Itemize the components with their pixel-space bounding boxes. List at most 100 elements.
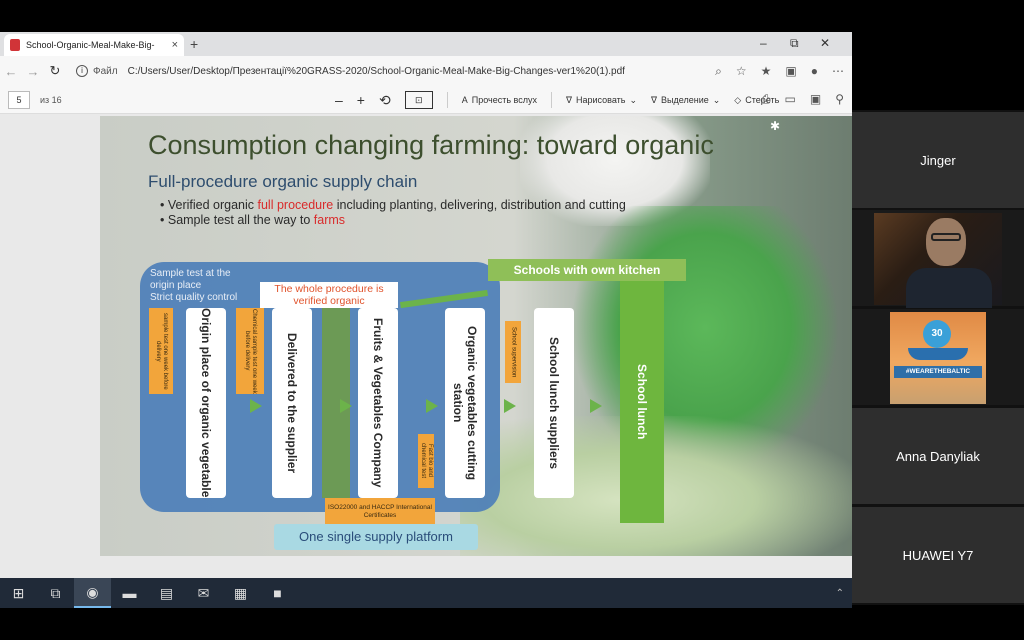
favorite-star-icon[interactable]: ☆ — [736, 64, 747, 79]
screen: School-Organic-Meal-Make-Big- × + – ⧉ ✕ … — [0, 0, 1024, 640]
participant-video-tile[interactable] — [852, 210, 1024, 308]
windows-start-icon[interactable]: ⊞ — [0, 578, 37, 608]
bullet-text: Verified organic — [167, 198, 258, 212]
task-view-icon[interactable]: ⧉ — [37, 578, 74, 608]
divider — [550, 92, 552, 108]
chevron-up-icon[interactable]: ⌃ — [836, 588, 844, 599]
read-aloud-label: Прочесть вслух — [471, 95, 537, 105]
close-window-button[interactable]: ✕ — [820, 36, 830, 50]
chevron-down-icon[interactable]: ⌄ — [713, 95, 721, 106]
address-label: Файл — [93, 65, 118, 77]
bullet-highlight: farms — [313, 213, 346, 227]
flow-step-company: Fruits & Vegetables Company — [358, 308, 398, 498]
save-as-icon[interactable]: ▣ — [810, 92, 821, 107]
flow-arrow — [590, 399, 602, 413]
participant-name: Jinger — [920, 152, 956, 168]
more-menu-icon[interactable]: ⋯ — [832, 64, 844, 79]
pdf-icon — [10, 39, 20, 51]
flow-step-label: Origin place of organic vegetable — [199, 308, 213, 498]
participant-tile[interactable]: HUAWEI Y7 — [852, 507, 1024, 603]
address-actions: ⌕ ☆ ★ ▣ ● ⋯ — [715, 64, 844, 79]
person-head — [926, 218, 966, 266]
glasses — [931, 233, 961, 241]
baltic-tag: #WEARETHEBALTIC — [894, 366, 982, 378]
back-icon[interactable]: ← — [0, 64, 22, 79]
school-lunch-column: School lunch — [620, 281, 664, 523]
highlight-button[interactable]: ∇ Выделение ⌄ — [651, 95, 720, 106]
pdf-actions: ⎙ ▭ ▣ ⚲ — [761, 92, 844, 107]
browser-window: School-Organic-Meal-Make-Big- × + – ⧉ ✕ … — [0, 32, 852, 608]
tab-bar: School-Organic-Meal-Make-Big- × + – ⧉ ✕ — [0, 32, 852, 56]
app-icon[interactable]: ■ — [259, 578, 296, 608]
info-icon[interactable]: i — [76, 65, 88, 77]
participant-tile[interactable]: Jinger — [852, 112, 1024, 208]
pdf-viewer[interactable]: ✱ Consumption changing farming: toward o… — [0, 114, 852, 608]
pdf-tools: – + ⟲ ⊡ A Прочесть вслух ∇ Нарисовать ⌄ ∇ Вы… — [335, 91, 779, 109]
page-count: из 16 — [40, 94, 62, 105]
minimize-button[interactable]: – — [760, 36, 767, 50]
zoom-icon[interactable]: ⌕ — [715, 64, 722, 79]
person-body — [906, 268, 992, 308]
file-explorer-icon[interactable]: ▬ — [111, 578, 148, 608]
zoom-in-button[interactable]: + — [357, 92, 365, 108]
chevron-down-icon[interactable]: ⌄ — [629, 95, 637, 106]
flow-arrow — [504, 399, 516, 413]
orange-note-text: sample test one week before delivery — [155, 312, 168, 390]
pin-icon[interactable]: ⚲ — [835, 92, 844, 107]
participant-video-tile[interactable]: 30 #WEARETHEBALTIC — [852, 309, 1024, 405]
rotate-icon[interactable]: ⟲ — [379, 92, 391, 109]
flow-step-lunch-suppliers: School lunch suppliers — [534, 308, 574, 498]
edge-icon[interactable]: ◉ — [74, 578, 111, 608]
bullet-1: • Verified organic full procedure includ… — [160, 198, 626, 212]
collections-icon[interactable]: ▣ — [785, 64, 796, 79]
print-icon[interactable]: ⎙ — [761, 92, 771, 107]
page-number-input[interactable]: 5 — [8, 90, 30, 109]
sample-note-line: origin place — [150, 280, 202, 291]
fit-page-icon[interactable]: ⊡ — [404, 91, 433, 109]
store-icon[interactable]: ▤ — [148, 578, 185, 608]
participant-name: HUAWEI Y7 — [902, 547, 974, 563]
url-text[interactable]: C:/Users/User/Desktop/Презентації%20GRAS… — [128, 66, 625, 77]
flow-step-label: Fruits & Vegetables Company — [371, 318, 385, 488]
mail-icon[interactable]: ✉ — [185, 578, 222, 608]
save-icon[interactable]: ▭ — [785, 92, 796, 107]
anniversary-badge: 30 — [923, 320, 951, 348]
sample-note-line: Strict quality control — [150, 292, 238, 303]
url-box[interactable]: i Файл C:/Users/User/Desktop/Презентації… — [76, 65, 625, 77]
read-aloud-button[interactable]: A Прочесть вслух — [462, 95, 537, 105]
forward-icon[interactable]: → — [22, 64, 44, 79]
pdf-toolbar: 5 из 16 – + ⟲ ⊡ A Прочесть вслух ∇ Нарисов… — [0, 86, 852, 114]
tab-pdf[interactable]: School-Organic-Meal-Make-Big- × — [4, 34, 184, 56]
bullet-text: Sample test all the way to — [167, 213, 314, 227]
orange-note: sample test one week before delivery — [149, 308, 173, 394]
tab-title: School-Organic-Meal-Make-Big- — [26, 40, 155, 50]
whole-procedure-box: The whole procedure is verified organic — [260, 282, 398, 308]
divider — [446, 92, 448, 108]
terminal-icon[interactable]: ▦ — [222, 578, 259, 608]
draw-button[interactable]: ∇ Нарисовать ⌄ — [566, 95, 637, 106]
participant-tile[interactable]: Anna Danyliak — [852, 408, 1024, 504]
tab-close-button[interactable]: × — [172, 39, 178, 51]
orange-note: Fast bio and chemical test — [418, 434, 434, 488]
flow-step-origin: Origin place of organic vegetable — [186, 308, 226, 498]
profile-icon[interactable]: ● — [811, 64, 818, 79]
windows-taskbar: ⊞ ⧉ ◉ ▬ ▤ ✉ ▦ ■ ⌃ — [0, 578, 852, 608]
bullet-text: including planting, delivering, distribu… — [333, 198, 626, 212]
flow-step-label: Delivered to the supplier — [285, 332, 299, 474]
favorites-icon[interactable]: ★ — [761, 64, 772, 79]
zoom-out-button[interactable]: – — [335, 92, 343, 108]
slide-bullets: • Verified organic full procedure includ… — [160, 198, 626, 228]
refresh-icon[interactable]: ↻ — [44, 63, 66, 79]
orange-note-text: School supervision — [510, 326, 517, 378]
eraser-icon: ◇ — [734, 94, 742, 105]
iso-certificate-box: ISO22000 and HACCP International Certifi… — [325, 498, 435, 524]
new-tab-button[interactable]: + — [190, 36, 198, 52]
slide-logo-icon: ✱ — [770, 119, 781, 133]
highlight-icon: ∇ — [651, 94, 658, 105]
flow-step-label: School lunch suppliers — [547, 336, 561, 470]
orange-note: Chemical sample test one week before del… — [236, 308, 264, 394]
maximize-button[interactable]: ⧉ — [790, 36, 799, 51]
slide-subtitle: Full-procedure organic supply chain — [148, 172, 418, 191]
orange-note-text: Chemical sample test one week before del… — [244, 308, 257, 394]
highlight-label: Выделение — [661, 95, 709, 105]
